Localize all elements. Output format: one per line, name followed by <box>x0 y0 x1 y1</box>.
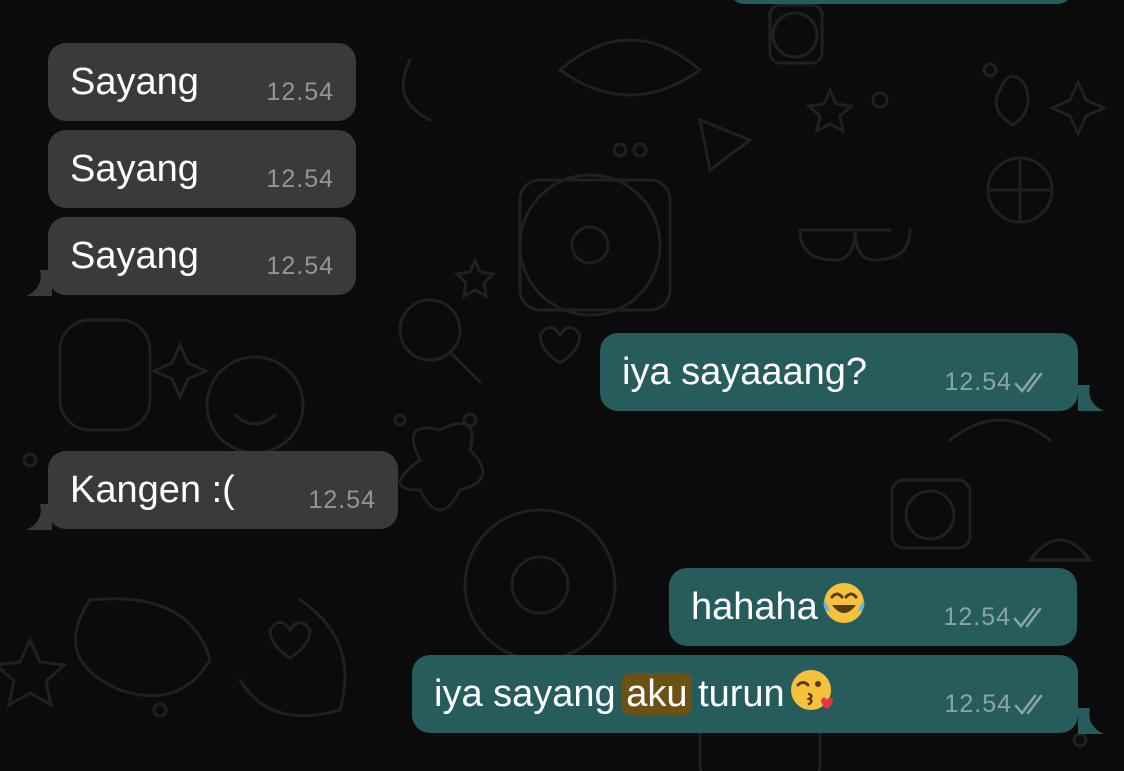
smiley-doodle <box>205 355 305 455</box>
flower-doodle <box>398 421 485 512</box>
message-time: 12.54 <box>266 78 334 106</box>
message-time: 12.54 <box>943 603 1011 631</box>
message-text: iya sayaaang? <box>622 351 868 393</box>
double-check-read-icon <box>1014 694 1043 715</box>
incoming-message[interactable]: Sayang 12.54 <box>48 130 356 208</box>
message-time: 12.54 <box>944 368 1012 396</box>
tears-of-joy-emoji <box>823 583 865 623</box>
message-text-before: iya sayang <box>434 673 627 715</box>
eye-doodle <box>463 508 617 662</box>
outgoing-message[interactable]: iya sayaaang? 12.54 <box>600 333 1078 411</box>
message-text-after: turun <box>687 673 785 715</box>
outgoing-bubble-partial <box>728 0 1074 4</box>
search-highlight: aku <box>622 673 692 715</box>
outgoing-message[interactable]: iya sayang aku turun 12.54 <box>412 655 1078 733</box>
message-time: 12.54 <box>266 165 334 193</box>
message-text: Sayang <box>70 61 199 103</box>
message-text: hahaha <box>691 568 868 646</box>
double-check-read-icon <box>1013 607 1042 628</box>
incoming-message[interactable]: Sayang 12.54 <box>48 217 356 295</box>
message-text: Kangen :( <box>70 469 235 511</box>
record-doodle <box>518 173 662 317</box>
bubble-tail <box>1078 708 1104 734</box>
message-text: Sayang <box>70 148 199 190</box>
bubble-tail <box>1078 385 1104 411</box>
message-text-content: hahaha <box>691 586 818 628</box>
incoming-message[interactable]: Sayang 12.54 <box>48 43 356 121</box>
camera-doodle <box>904 489 956 541</box>
message-text: iya sayang aku turun <box>434 655 835 733</box>
glasses-doodle <box>798 228 912 262</box>
outgoing-message[interactable]: hahaha 12.54 <box>669 568 1077 646</box>
message-time: 12.54 <box>266 252 334 280</box>
lips-doodle <box>557 38 703 97</box>
double-check-read-icon <box>1014 372 1043 393</box>
message-text: Sayang <box>70 235 199 277</box>
kissing-wink-emoji <box>790 670 833 710</box>
message-time: 12.54 <box>308 486 376 514</box>
incoming-message[interactable]: Kangen :( 12.54 <box>48 451 398 529</box>
message-time: 12.54 <box>944 690 1012 718</box>
